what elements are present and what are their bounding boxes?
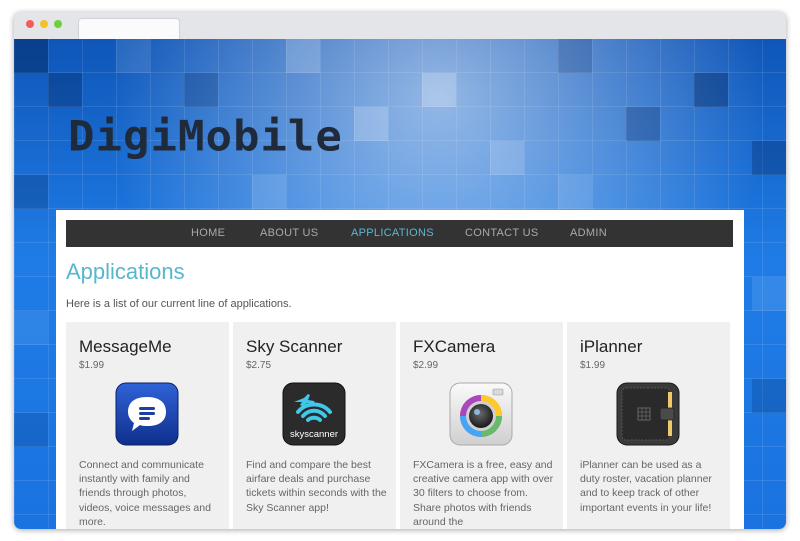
app-description: Connect and communicate instantly with f… — [79, 459, 211, 528]
nav-item-about-us[interactable]: ABOUT US — [260, 220, 318, 247]
browser-window: DigiMobile HOME ABOUT US APPLICATIONS CO… — [14, 12, 786, 529]
app-price: $1.99 — [580, 360, 606, 371]
close-window-button[interactable] — [26, 20, 34, 28]
message-bubble-icon[interactable] — [115, 382, 179, 446]
browser-toolbar — [14, 12, 786, 41]
app-name[interactable]: MessageMe — [79, 337, 172, 357]
minimize-window-button[interactable] — [40, 20, 48, 28]
app-price: $1.99 — [79, 360, 105, 371]
nav-item-admin[interactable]: ADMIN — [570, 220, 607, 247]
intro-text: Here is a list of our current line of ap… — [66, 298, 292, 310]
nav-item-home[interactable]: HOME — [191, 220, 225, 247]
nav-item-applications[interactable]: APPLICATIONS — [351, 220, 434, 247]
camera-lens-icon[interactable] — [449, 382, 513, 446]
app-description: iPlanner can be used as a duty roster, v… — [580, 459, 712, 514]
app-card-sky-scanner[interactable]: Sky Scanner $2.75 skyscanner Find and co… — [233, 322, 396, 529]
app-name[interactable]: FXCamera — [413, 337, 495, 357]
main-nav: HOME ABOUT US APPLICATIONS CONTACT US AD… — [66, 220, 733, 247]
skyscanner-logo-icon[interactable]: skyscanner — [282, 382, 346, 446]
app-name[interactable]: iPlanner — [580, 337, 642, 357]
nav-item-contact-us[interactable]: CONTACT US — [465, 220, 539, 247]
app-card-iplanner[interactable]: iPlanner $1.99 iPlanner can be used as a… — [567, 322, 730, 529]
maximize-window-button[interactable] — [54, 20, 62, 28]
content-panel: HOME ABOUT US APPLICATIONS CONTACT US AD… — [56, 210, 744, 529]
svg-text:skyscanner: skyscanner — [290, 429, 338, 440]
app-description: Find and compare the best airfare deals … — [246, 459, 387, 514]
page-viewport: DigiMobile HOME ABOUT US APPLICATIONS CO… — [14, 39, 786, 529]
planner-book-icon[interactable] — [616, 382, 680, 446]
app-description: FXCamera is a free, easy and creative ca… — [413, 459, 554, 528]
browser-tab[interactable] — [78, 18, 180, 41]
app-card-fxcamera[interactable]: FXCamera $2.99 FXCamera is a free, easy … — [400, 322, 563, 529]
site-logo[interactable]: DigiMobile — [68, 112, 343, 160]
app-name[interactable]: Sky Scanner — [246, 337, 342, 357]
page-title: Applications — [66, 259, 185, 284]
app-card-messageme[interactable]: MessageMe $1.99 Connect and communicate … — [66, 322, 229, 529]
app-price: $2.75 — [246, 360, 272, 371]
app-price: $2.99 — [413, 360, 439, 371]
